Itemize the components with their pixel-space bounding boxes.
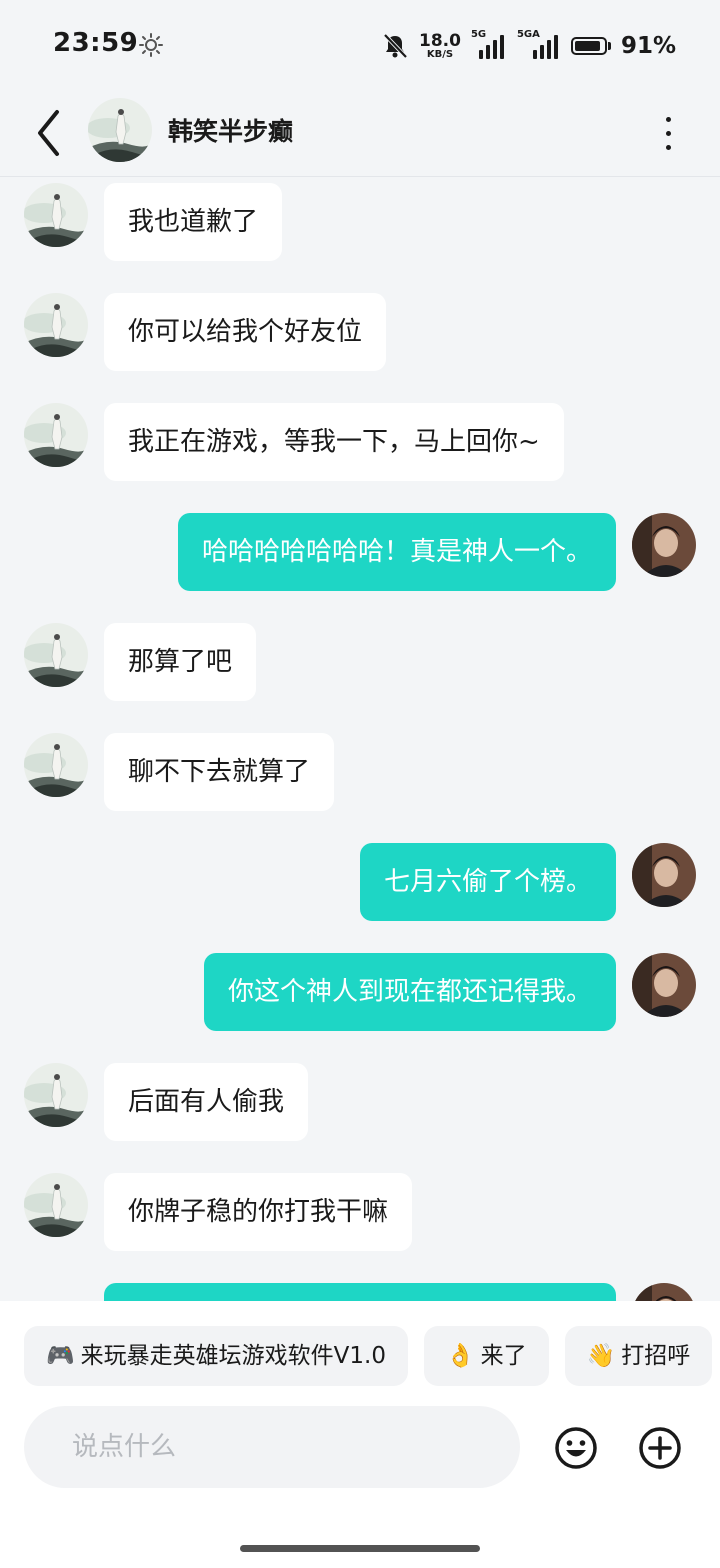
outgoing-message: 你这个神人到现在都还记得我。 xyxy=(0,953,720,1033)
quick-reply-bar: 🎮 来玩暴走英雄坛游戏软件V1.0 👌 来了 👋 打招呼 xyxy=(24,1326,713,1386)
my-avatar[interactable] xyxy=(632,513,696,577)
contact-avatar[interactable] xyxy=(24,1173,88,1237)
incoming-message: 我也道歉了 xyxy=(0,183,720,263)
message-bubble[interactable]: 我也道歉了 xyxy=(104,183,283,261)
waving-hand-icon: 👋 xyxy=(586,1343,616,1369)
status-time: 23:59 xyxy=(53,28,139,58)
ok-hand-icon: 👌 xyxy=(445,1343,475,1369)
quick-reply-greet[interactable]: 👋 打招呼 xyxy=(564,1326,713,1386)
chat-header: 韩笑半步癫 xyxy=(0,92,720,177)
more-options-icon[interactable] xyxy=(650,108,686,158)
incoming-message: 我正在游戏，等我一下，马上回你~ xyxy=(0,403,720,483)
message-bubble[interactable]: 那算了吧 xyxy=(104,623,257,701)
emoji-icon[interactable] xyxy=(553,1425,599,1471)
contact-avatar[interactable] xyxy=(24,183,88,247)
contact-avatar[interactable] xyxy=(24,403,88,467)
mute-bell-icon xyxy=(383,33,408,59)
message-bubble[interactable]: 聊不下去就算了 xyxy=(104,733,335,811)
my-avatar[interactable] xyxy=(632,1283,696,1301)
battery-percent: 91% xyxy=(620,33,676,59)
my-avatar[interactable] xyxy=(632,953,696,1017)
contact-avatar[interactable] xyxy=(88,98,152,162)
my-avatar[interactable] xyxy=(632,843,696,907)
network-speed: 18.0 KB/S xyxy=(418,30,461,60)
message-bubble[interactable]: 你牌子稳的你打我干嘛 xyxy=(104,1173,413,1251)
chat-title: 韩笑半步癫 xyxy=(168,117,294,146)
home-indicator[interactable] xyxy=(240,1545,480,1552)
message-bubble[interactable]: 你可以给我个好友位 xyxy=(104,293,387,371)
game-controller-icon: 🎮 xyxy=(46,1343,75,1369)
quick-reply-game[interactable]: 🎮 来玩暴走英雄坛游戏软件V1.0 xyxy=(24,1326,408,1386)
plus-icon[interactable] xyxy=(637,1425,683,1471)
back-arrow-icon[interactable] xyxy=(30,104,70,162)
incoming-message: 聊不下去就算了 xyxy=(0,733,720,813)
message-bubble[interactable] xyxy=(104,1283,616,1301)
message-bubble[interactable]: 七月六偷了个榜。 xyxy=(359,843,616,921)
message-input[interactable]: 说点什么 xyxy=(24,1406,520,1488)
incoming-message: 那算了吧 xyxy=(0,623,720,703)
signal-5g-icon: 5G xyxy=(471,29,507,59)
message-bubble[interactable]: 你这个神人到现在都还记得我。 xyxy=(203,953,616,1031)
contact-avatar[interactable] xyxy=(24,1063,88,1127)
message-bubble[interactable]: 我正在游戏，等我一下，马上回你~ xyxy=(104,403,564,481)
contact-avatar[interactable] xyxy=(24,293,88,357)
gear-icon xyxy=(139,33,163,57)
incoming-message: 后面有人偷我 xyxy=(0,1063,720,1143)
incoming-message: 你可以给我个好友位 xyxy=(0,293,720,373)
status-bar: 23:59 18.0 KB/S 5G 5GA 91% xyxy=(0,0,720,92)
message-bubble[interactable]: 后面有人偷我 xyxy=(104,1063,309,1141)
message-list[interactable]: 我也道歉了你可以给我个好友位我正在游戏，等我一下，马上回你~ 哈哈哈哈哈哈哈！真是… xyxy=(0,177,720,1301)
contact-avatar[interactable] xyxy=(24,733,88,797)
battery-icon xyxy=(570,37,611,55)
input-area: 🎮 来玩暴走英雄坛游戏软件V1.0 👌 来了 👋 打招呼 说点什么 xyxy=(0,1301,720,1568)
outgoing-message xyxy=(0,1283,720,1301)
message-bubble[interactable]: 哈哈哈哈哈哈哈！真是神人一个。 xyxy=(177,513,616,591)
contact-avatar[interactable] xyxy=(24,623,88,687)
incoming-message: 你牌子稳的你打我干嘛 xyxy=(0,1173,720,1253)
signal-5ga-icon: 5GA xyxy=(517,29,561,59)
outgoing-message: 哈哈哈哈哈哈哈！真是神人一个。 xyxy=(0,513,720,593)
outgoing-message: 七月六偷了个榜。 xyxy=(0,843,720,923)
quick-reply-coming[interactable]: 👌 来了 xyxy=(423,1326,549,1386)
